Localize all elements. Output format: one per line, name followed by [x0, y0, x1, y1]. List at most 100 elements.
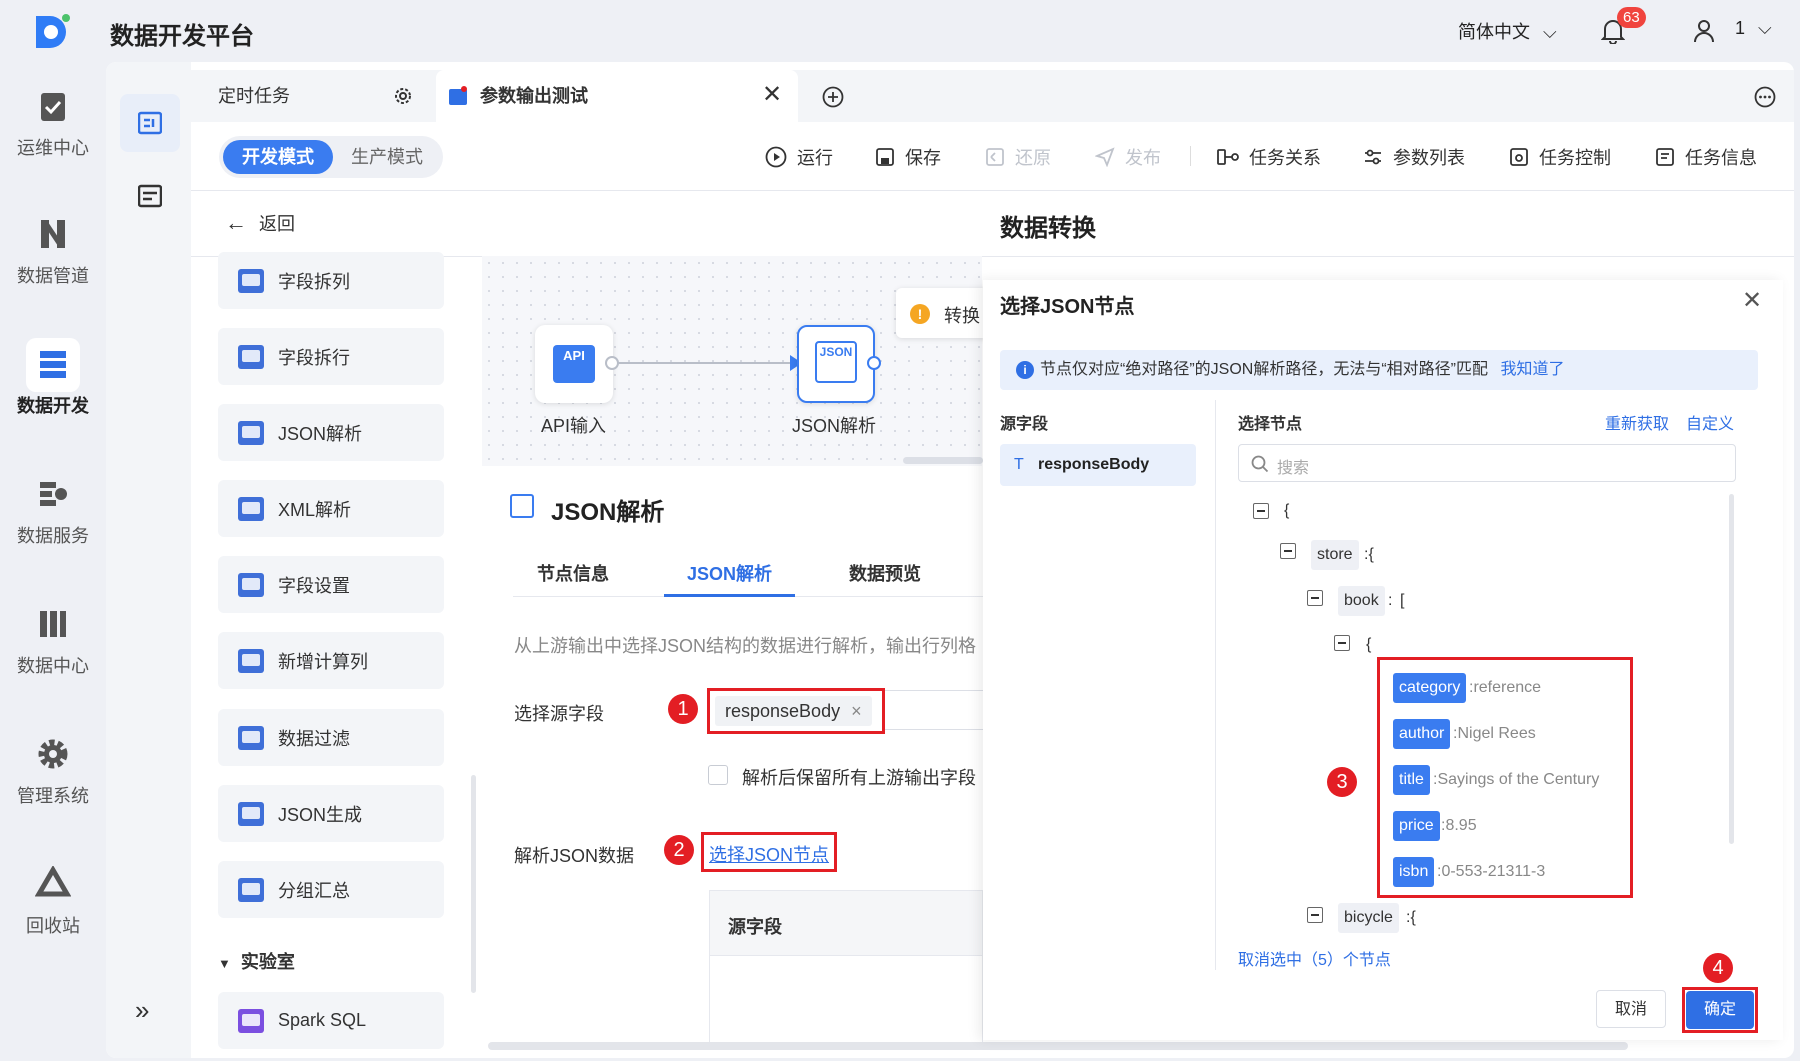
component-item[interactable]: 字段设置: [218, 556, 444, 613]
tree-node-price[interactable]: price: [1393, 811, 1440, 841]
refresh-link[interactable]: 重新获取: [1605, 410, 1669, 434]
param-list-button[interactable]: 参数列表: [1363, 144, 1465, 170]
tree-scrollbar[interactable]: [1729, 494, 1734, 844]
dialog-title: 选择JSON节点: [1000, 296, 1135, 318]
component-item[interactable]: 数据过滤: [218, 709, 444, 766]
dev-mode-button[interactable]: 开发模式: [223, 140, 333, 174]
add-tab-icon[interactable]: [822, 86, 844, 108]
tree-node-store[interactable]: store: [1311, 540, 1359, 570]
json-parse-node[interactable]: JSON: [797, 325, 875, 403]
panel-description: 从上游输出中选择JSON结构的数据进行解析，输出行列格: [514, 636, 977, 656]
panel-h-scrollbar[interactable]: [488, 1042, 1628, 1050]
save-button[interactable]: 保存: [875, 144, 941, 170]
tab-param-output[interactable]: 参数输出测试: [436, 70, 798, 122]
tree-node-title[interactable]: title: [1393, 765, 1430, 795]
play-icon: [765, 146, 787, 168]
tab-node-info[interactable]: 节点信息: [537, 560, 609, 586]
run-button[interactable]: 运行: [765, 144, 833, 170]
close-tab-icon[interactable]: ✕: [762, 80, 782, 109]
component-item[interactable]: 分组汇总: [218, 861, 444, 918]
back-button[interactable]: ← 返回: [225, 210, 295, 236]
source-field-item[interactable]: T responseBody: [1000, 444, 1196, 486]
nav-item-datadev[interactable]: 数据开发: [0, 346, 106, 418]
sidebar-dev-button[interactable]: [120, 94, 180, 152]
task-info-button[interactable]: 任务信息: [1655, 144, 1757, 170]
tab-json-parse[interactable]: JSON解析: [687, 560, 772, 586]
node-search-input[interactable]: 搜索: [1238, 444, 1736, 482]
close-dialog-icon[interactable]: ✕: [1742, 286, 1762, 315]
table-header-source: 源字段: [728, 917, 782, 937]
publish-button[interactable]: 发布: [1095, 144, 1161, 170]
collapse-store-icon[interactable]: [1280, 543, 1296, 559]
source-field-select[interactable]: [885, 690, 983, 730]
tab-scheduled[interactable]: 定时任务: [218, 70, 418, 122]
user-icon[interactable]: [1693, 19, 1715, 43]
tab-data-preview[interactable]: 数据预览: [849, 560, 921, 586]
task-control-button[interactable]: 任务控制: [1509, 144, 1611, 170]
prod-mode-button[interactable]: 生产模式: [337, 140, 437, 174]
task-list-icon[interactable]: [138, 184, 162, 208]
keep-fields-checkbox[interactable]: [708, 765, 728, 785]
keep-fields-label: 解析后保留所有上游输出字段: [742, 768, 976, 788]
custom-link[interactable]: 自定义: [1686, 410, 1734, 434]
component-item[interactable]: 字段拆行: [218, 328, 444, 385]
dialog-column-divider: [1215, 400, 1216, 970]
user-menu[interactable]: 1 ⌵: [1735, 18, 1772, 39]
nav-item-recycle[interactable]: 回收站: [0, 866, 106, 938]
search-icon: [1251, 455, 1269, 473]
cancel-button[interactable]: 取消: [1596, 990, 1666, 1028]
deselect-link[interactable]: 取消选中（5）个节点: [1238, 946, 1391, 970]
node-port[interactable]: [867, 356, 881, 370]
tree-node-book[interactable]: book: [1338, 586, 1385, 616]
tree-node-isbn[interactable]: isbn: [1393, 857, 1435, 887]
control-label: 任务控制: [1539, 148, 1611, 168]
nav-item-ops[interactable]: 运维中心: [0, 88, 106, 160]
collapse-root-icon[interactable]: [1253, 503, 1269, 519]
task-relations-button[interactable]: 任务关系: [1217, 144, 1321, 170]
component-item[interactable]: Spark SQL: [218, 992, 444, 1049]
lab-section-toggle[interactable]: ▼ 实验室: [218, 948, 295, 974]
component-item[interactable]: JSON生成: [218, 785, 444, 842]
relation-icon: [1217, 149, 1239, 165]
toolbar-divider: [1190, 146, 1191, 166]
more-icon[interactable]: [1754, 86, 1776, 108]
select-json-node-link[interactable]: 选择JSON节点: [709, 841, 829, 867]
run-label: 运行: [797, 148, 833, 168]
collapse-book-icon[interactable]: [1307, 590, 1323, 606]
info-doc-icon: [1656, 148, 1674, 166]
remove-tag-icon[interactable]: ×: [851, 701, 862, 721]
canvas-scrollbar[interactable]: [903, 457, 983, 464]
search-placeholder: 搜索: [1277, 460, 1310, 477]
nav-item-service[interactable]: 数据服务: [0, 476, 106, 548]
spark-sql-icon: [238, 1008, 264, 1033]
tree-node-author[interactable]: author: [1393, 719, 1451, 749]
component-scrollbar[interactable]: [471, 775, 476, 993]
component-item[interactable]: JSON解析: [218, 404, 444, 461]
nav-label: 数据服务: [17, 526, 89, 546]
tree-value-title: :Sayings of the Century: [1433, 771, 1600, 788]
restore-button[interactable]: 还原: [985, 144, 1051, 170]
output-port[interactable]: [605, 356, 619, 370]
nav-item-pipeline[interactable]: 数据管道: [0, 216, 106, 288]
validation-tooltip: ! 转换: [896, 288, 996, 338]
group-summary-icon: [238, 877, 264, 902]
component-item[interactable]: 字段拆列: [218, 252, 444, 309]
expand-sidebar-icon[interactable]: »: [135, 995, 149, 1026]
got-it-link[interactable]: 我知道了: [1500, 361, 1564, 378]
tree-node-category[interactable]: category: [1393, 673, 1467, 703]
language-select[interactable]: 简体中文 ⌵: [1458, 18, 1557, 44]
component-item[interactable]: XML解析: [218, 480, 444, 537]
nav-item-center[interactable]: 数据中心: [0, 606, 106, 678]
collapse-bicycle-icon[interactable]: [1307, 907, 1323, 923]
component-item[interactable]: 新增计算列: [218, 632, 444, 689]
collapse-item-icon[interactable]: [1334, 635, 1350, 651]
field-settings-icon: [238, 572, 264, 597]
confirm-button[interactable]: 确定: [1686, 991, 1754, 1029]
back-label: 返回: [259, 214, 295, 234]
tree-node-bicycle[interactable]: bicycle: [1338, 903, 1399, 933]
api-input-node[interactable]: API: [535, 325, 613, 403]
chevron-down-icon: ⌵: [1543, 22, 1557, 42]
settings-icon[interactable]: [393, 86, 413, 106]
source-field-tag[interactable]: responseBody ×: [715, 696, 872, 726]
nav-item-admin[interactable]: 管理系统: [0, 736, 106, 808]
